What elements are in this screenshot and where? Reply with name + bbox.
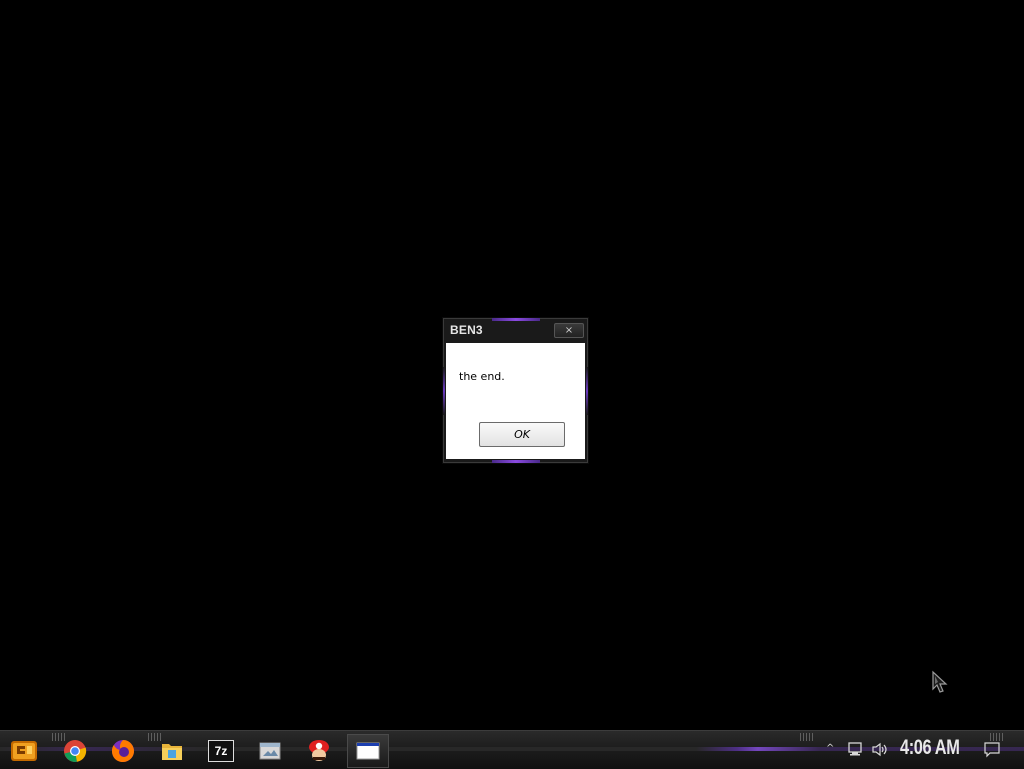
dialog-close-button[interactable]: × (554, 323, 584, 338)
mario-icon (309, 740, 329, 761)
dialog-message: the end. (459, 370, 505, 383)
tray-overflow-chevron[interactable]: ^ (826, 743, 834, 754)
firefox-icon (112, 740, 134, 762)
message-dialog: BEN3 × the end. OK (443, 318, 588, 463)
taskbar: 7z ^ 4:06 AM (0, 730, 1024, 769)
window-icon (259, 742, 281, 760)
start-button[interactable] (4, 735, 44, 767)
taskbar-grill (800, 733, 814, 741)
dialog-accent-bottom (492, 460, 540, 463)
taskbar-firefox[interactable] (102, 734, 144, 768)
volume-icon[interactable] (871, 742, 889, 757)
dialog-title: BEN3 (450, 323, 483, 337)
taskbar-app-window[interactable] (249, 734, 291, 768)
taskbar-chrome[interactable] (54, 734, 96, 768)
dialog-accent-left (443, 367, 445, 415)
notification-icon[interactable] (983, 741, 1001, 758)
taskbar-active-window[interactable] (347, 734, 389, 768)
system-clock[interactable]: 4:06 AM (900, 736, 960, 760)
blank-window-icon (356, 742, 380, 760)
taskbar-mario[interactable] (298, 734, 340, 768)
dialog-accent-top (492, 318, 540, 321)
chrome-icon (64, 740, 87, 762)
7zip-icon-label: 7z (214, 744, 228, 758)
start-menu-icon (11, 741, 37, 761)
taskbar-grill (990, 733, 1004, 741)
taskbar-7zip[interactable]: 7z (200, 734, 242, 768)
dialog-body: the end. OK (446, 343, 585, 459)
mouse-cursor-icon (932, 670, 948, 693)
desktop: BEN3 × the end. OK (0, 0, 1024, 730)
folder-icon (162, 744, 182, 760)
7zip-icon: 7z (208, 740, 234, 762)
taskbar-file-explorer[interactable] (151, 734, 193, 768)
dialog-accent-right (586, 367, 588, 415)
network-icon[interactable] (847, 742, 863, 757)
close-icon: × (564, 325, 574, 336)
ok-button[interactable]: OK (479, 422, 565, 447)
